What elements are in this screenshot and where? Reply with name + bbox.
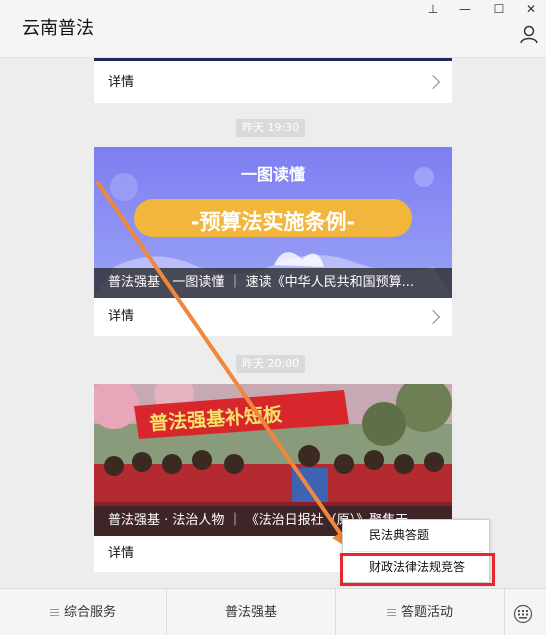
keyboard-icon[interactable] (513, 604, 533, 624)
maximize-icon[interactable]: ☐ (490, 2, 508, 16)
nav-item-services[interactable]: 综合服务 (0, 589, 166, 635)
banner-title: -预算法实施条例- (190, 210, 356, 234)
nav-item-quiz-activity[interactable]: 答题活动 (336, 589, 504, 635)
card-image-edge (94, 58, 452, 61)
bottom-menu-bar: 综合服务 普法强基 答题活动 (0, 588, 546, 635)
nav-divider (504, 589, 505, 635)
article-caption: 普法强基 · 一图读懂 ｜ 速读《中华人民共和国预算... (94, 268, 452, 298)
title-bar: 云南普法 ⊥ — ☐ ✕ (0, 0, 546, 58)
minimize-icon[interactable]: — (456, 2, 474, 16)
article-card[interactable]: 一图读懂 -预算法实施条例- 普法强基 · 一图读懂 ｜ 速读《中华人民共和国预… (94, 147, 452, 336)
chevron-right-icon (425, 309, 441, 325)
chevron-right-icon (425, 74, 441, 90)
user-profile-icon[interactable] (519, 24, 539, 44)
close-icon[interactable]: ✕ (522, 2, 540, 16)
app-title: 云南普法 (22, 18, 94, 39)
highlight-box (340, 553, 495, 586)
menu-item-civil-code-quiz[interactable]: 民法典答题 (343, 520, 489, 551)
menu-icon (49, 609, 59, 616)
message-list[interactable]: 详情 昨天 19:30 一图读懂 -预算法实施条例- 普法强基 · 一图读懂 ｜… (0, 58, 546, 588)
card-detail-link[interactable]: 详情 (94, 298, 452, 336)
article-card[interactable]: 详情 (94, 58, 452, 103)
menu-icon (386, 609, 396, 616)
nav-item-law-basics[interactable]: 普法强基 (167, 589, 335, 635)
timestamp: 昨天 20:00 (236, 355, 306, 373)
pin-icon[interactable]: ⊥ (424, 2, 442, 16)
card-detail-link[interactable]: 详情 (94, 63, 452, 103)
banner-heading: 一图读懂 (240, 165, 305, 184)
timestamp: 昨天 19:30 (236, 119, 306, 137)
